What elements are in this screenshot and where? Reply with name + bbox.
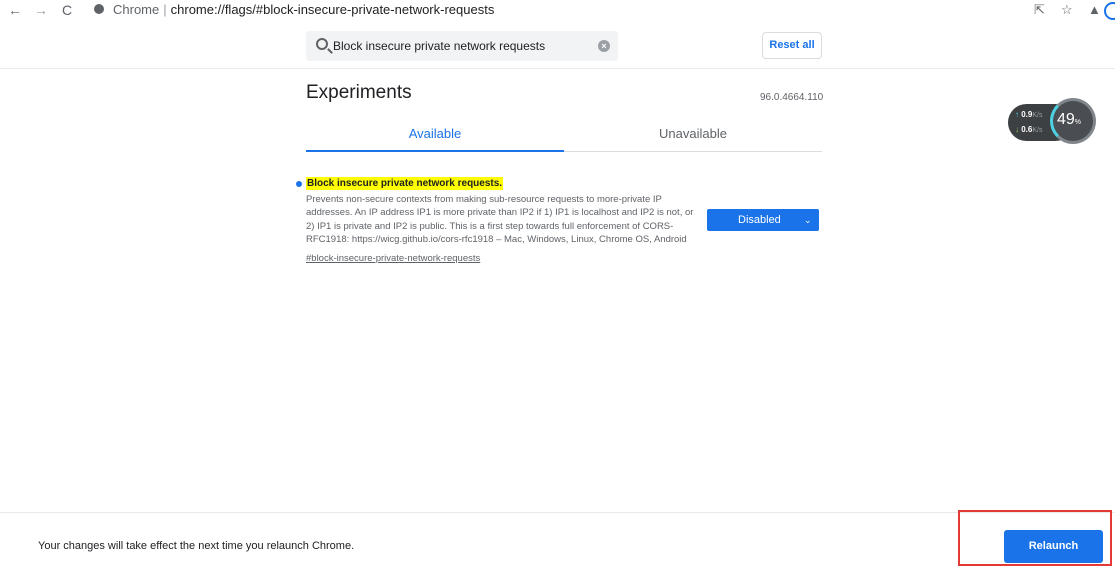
address-bar[interactable]: Chrome | chrome://flags/#block-insecure-pr… [113, 2, 494, 18]
tab-available[interactable]: Available [306, 126, 564, 152]
download-speed: ↓ 0.6K/s [1015, 125, 1043, 134]
footer-divider [0, 512, 1115, 513]
tab-unavailable[interactable]: Unavailable [564, 126, 822, 152]
account-icon[interactable]: ▲ [1088, 1, 1101, 19]
profile-avatar[interactable] [1104, 2, 1115, 20]
search-input[interactable] [333, 37, 583, 55]
usage-percent: 49% [1057, 111, 1082, 128]
upload-speed: ↑ 0.9K/s [1015, 110, 1043, 119]
flags-page: ← → C Chrome | chrome://flags/#block-insec… [0, 0, 1115, 566]
page-title: Experiments [306, 82, 412, 103]
reset-all-button[interactable]: Reset all [762, 32, 822, 59]
experiment-title: Block insecure private network requests. [306, 177, 504, 190]
browser-toolbar: ← → C Chrome | chrome://flags/#block-insec… [0, 0, 1115, 22]
relaunch-notice: Your changes will take effect the next t… [38, 540, 355, 552]
url-separator: | [163, 2, 167, 17]
forward-icon[interactable]: → [34, 1, 48, 19]
header-divider [0, 68, 1115, 69]
chrome-icon [94, 4, 104, 14]
clear-search-icon[interactable]: × [598, 40, 610, 52]
share-icon[interactable]: ⇱ [1034, 1, 1045, 19]
experiment-state-select[interactable]: Disabled ⌄ [707, 209, 819, 231]
select-value: Disabled [738, 214, 781, 226]
upload-arrow-icon: ↑ [1015, 110, 1019, 119]
experiment-permalink[interactable]: #block-insecure-private-network-requests [306, 252, 480, 265]
back-icon[interactable]: ← [8, 1, 22, 19]
version-label: 96.0.4664.110 [760, 92, 824, 103]
site-label: Chrome [113, 2, 160, 17]
search-icon [316, 38, 328, 50]
flags-search-box: × [306, 31, 618, 61]
experiment-description: Prevents non-secure contexts from making… [306, 194, 694, 245]
relaunch-button[interactable]: Relaunch [1004, 530, 1103, 563]
bookmark-star-icon[interactable]: ☆ [1061, 1, 1073, 19]
modified-indicator-dot [296, 181, 302, 187]
chevron-down-icon: ⌄ [804, 215, 812, 225]
download-arrow-icon: ↓ [1015, 125, 1019, 134]
url-text: chrome://flags/#block-insecure-private-n… [170, 2, 495, 17]
reload-icon[interactable]: C [62, 1, 72, 19]
